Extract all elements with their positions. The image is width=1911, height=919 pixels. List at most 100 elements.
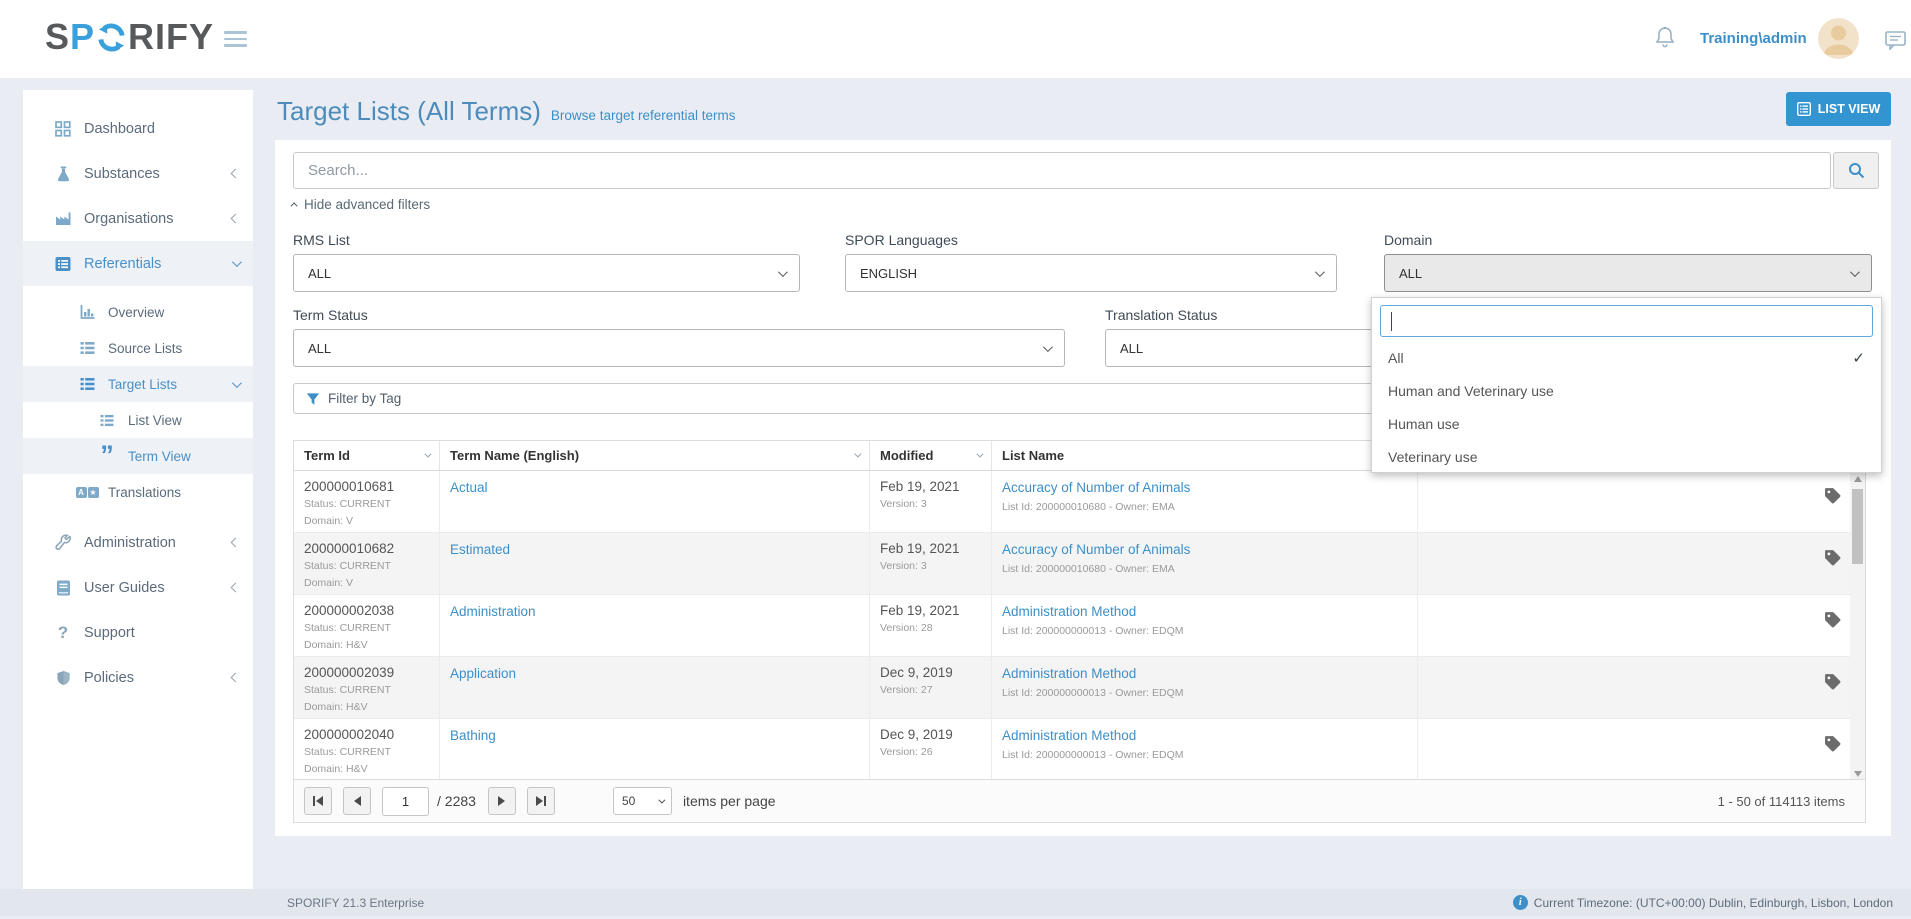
domain-label: Domain xyxy=(1384,232,1432,248)
previous-page-button[interactable] xyxy=(343,787,371,815)
spor-languages-select[interactable]: ENGLISH xyxy=(845,254,1337,292)
list-name-link[interactable]: Accuracy of Number of Animals xyxy=(1002,480,1190,495)
chevron-down-icon xyxy=(1043,342,1053,352)
sporify-logo[interactable]: SPRIFY xyxy=(45,16,214,58)
sidebar-item-list-view[interactable]: List View xyxy=(23,402,253,438)
pagination-bar: / 2283 50 items per page 1 - 50 of 11411… xyxy=(294,779,1865,822)
tag-icon[interactable] xyxy=(1824,735,1841,780)
column-header-list-name[interactable]: List Name xyxy=(992,441,1418,470)
domain-select[interactable]: ALL xyxy=(1384,254,1872,292)
version: Version: 3 xyxy=(880,498,981,511)
list-info: List Id: 200000010680 - Owner: EMA xyxy=(1002,563,1407,576)
sidebar-item-administration[interactable]: Administration xyxy=(23,520,253,565)
term-name-link[interactable]: Administration xyxy=(450,604,536,619)
caret-up-icon xyxy=(291,202,298,209)
sidebar-label: Overview xyxy=(108,305,164,320)
chevron-left-icon xyxy=(231,583,241,593)
list-info: List Id: 200000000013 - Owner: EDQM xyxy=(1002,687,1407,700)
notifications-bell-icon[interactable] xyxy=(1655,26,1675,54)
term-status-select[interactable]: ALL xyxy=(293,329,1065,367)
sidebar-item-source-lists[interactable]: Source Lists xyxy=(23,330,253,366)
term-name-link[interactable]: Actual xyxy=(450,480,488,495)
version: Version: 28 xyxy=(880,622,981,635)
sidebar-item-target-lists[interactable]: Target Lists xyxy=(23,366,253,402)
search-icon xyxy=(1848,162,1865,179)
domain-dropdown-search-input[interactable] xyxy=(1380,305,1873,337)
sidebar-item-dashboard[interactable]: Dashboard xyxy=(23,106,253,151)
translations-icon: A★ xyxy=(75,487,99,498)
tag-icon[interactable] xyxy=(1824,487,1841,532)
term-name-link[interactable]: Bathing xyxy=(450,728,496,743)
main-card: Hide advanced filters RMS List ALL SPOR … xyxy=(275,140,1891,836)
chevron-down-icon xyxy=(1315,267,1325,277)
list-name-link[interactable]: Accuracy of Number of Animals xyxy=(1002,542,1190,557)
user-menu[interactable]: Training\admin xyxy=(1700,30,1807,47)
term-name-link[interactable]: Application xyxy=(450,666,516,681)
chevron-left-icon xyxy=(231,538,241,548)
search-input[interactable] xyxy=(293,152,1831,189)
page-size-select[interactable]: 50 xyxy=(613,787,672,815)
sidebar-label: Dashboard xyxy=(84,121,155,137)
app-root: SPRIFY Training\admin Dashboard Substanc… xyxy=(0,0,1911,919)
chevron-down-icon xyxy=(1850,267,1860,277)
scroll-up-arrow[interactable] xyxy=(1850,471,1865,486)
page-number-input[interactable] xyxy=(382,787,429,816)
chart-icon xyxy=(75,305,99,320)
hide-advanced-filters-link[interactable]: Hide advanced filters xyxy=(293,197,430,212)
vertical-scrollbar[interactable] xyxy=(1850,471,1865,781)
tag-icon[interactable] xyxy=(1824,673,1841,718)
total-pages-label: / 2283 xyxy=(437,793,476,809)
feedback-chat-icon[interactable] xyxy=(1885,31,1907,55)
sidebar-item-support[interactable]: ? Support xyxy=(23,610,253,655)
sidebar-item-overview[interactable]: Overview xyxy=(23,294,253,330)
domain-option-veterinary[interactable]: Veterinary use xyxy=(1372,440,1881,473)
sidebar-item-translations[interactable]: A★ Translations xyxy=(23,474,253,510)
term-id: 200000002038 xyxy=(304,603,429,618)
term-status: Status: CURRENT xyxy=(304,684,429,697)
list-view-button[interactable]: LIST VIEW xyxy=(1786,92,1891,126)
spor-languages-label: SPOR Languages xyxy=(845,232,958,248)
items-per-page-label: items per page xyxy=(683,793,776,809)
referentials-list-icon xyxy=(51,256,75,272)
menu-toggle-icon[interactable] xyxy=(224,31,247,51)
term-status: Status: CURRENT xyxy=(304,622,429,635)
column-header-term-id[interactable]: Term Id xyxy=(294,441,440,470)
sidebar-item-referentials[interactable]: Referentials xyxy=(23,241,253,286)
list-info: List Id: 200000010680 - Owner: EMA xyxy=(1002,501,1407,514)
term-name-link[interactable]: Estimated xyxy=(450,542,510,557)
column-header-modified[interactable]: Modified xyxy=(870,441,992,470)
chevron-left-icon xyxy=(231,169,241,179)
modified-date: Feb 19, 2021 xyxy=(880,603,981,618)
sidebar-item-user-guides[interactable]: User Guides xyxy=(23,565,253,610)
modified-date: Feb 19, 2021 xyxy=(880,479,981,494)
term-id: 200000002039 xyxy=(304,665,429,680)
search-button[interactable] xyxy=(1833,152,1879,189)
sidebar-item-term-view[interactable]: ” Term View xyxy=(23,438,253,474)
tag-icon[interactable] xyxy=(1824,611,1841,656)
next-page-button[interactable] xyxy=(488,787,516,815)
domain-option-human[interactable]: Human use xyxy=(1372,407,1881,440)
list-name-link[interactable]: Administration Method xyxy=(1002,666,1136,681)
last-page-button[interactable] xyxy=(527,787,555,815)
sidebar-item-substances[interactable]: Substances xyxy=(23,151,253,196)
sidebar-item-organisations[interactable]: Organisations xyxy=(23,196,253,241)
table-row: 200000002038Status: CURRENTDomain: H&V A… xyxy=(294,595,1865,657)
first-page-button[interactable] xyxy=(304,787,332,815)
domain-option-human-and-veterinary[interactable]: Human and Veterinary use xyxy=(1372,374,1881,407)
avatar[interactable] xyxy=(1818,18,1859,59)
domain-option-all[interactable]: All ✓ xyxy=(1372,341,1881,374)
sidebar-item-policies[interactable]: Policies xyxy=(23,655,253,700)
version: Version: 27 xyxy=(880,684,981,697)
scrollbar-thumb[interactable] xyxy=(1852,489,1863,564)
sidebar-label: Source Lists xyxy=(108,341,182,356)
rms-list-select[interactable]: ALL xyxy=(293,254,800,292)
table-row: 200000002039Status: CURRENTDomain: H&V A… xyxy=(294,657,1865,719)
footer: SPORIFY 21.3 Enterprise i Current Timezo… xyxy=(0,889,1911,916)
browse-terms-link[interactable]: Browse target referential terms xyxy=(551,108,736,123)
term-id: 200000010681 xyxy=(304,479,429,494)
list-name-link[interactable]: Administration Method xyxy=(1002,728,1136,743)
quote-icon: ” xyxy=(95,448,119,464)
tag-icon[interactable] xyxy=(1824,549,1841,594)
list-name-link[interactable]: Administration Method xyxy=(1002,604,1136,619)
column-header-term-name[interactable]: Term Name (English) xyxy=(440,441,870,470)
